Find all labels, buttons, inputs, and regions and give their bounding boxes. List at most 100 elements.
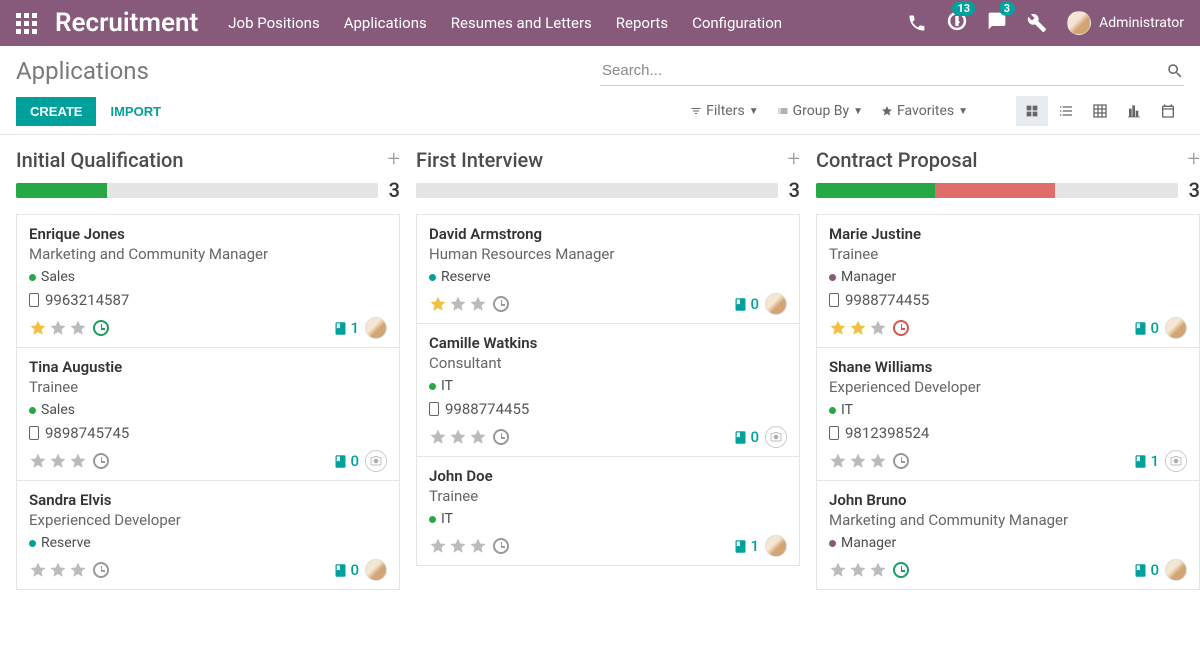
- nav-link-reports[interactable]: Reports: [616, 14, 668, 32]
- assignee-avatar-icon[interactable]: [1165, 317, 1187, 339]
- assignee-avatar-blank-icon[interactable]: [365, 450, 387, 472]
- kanban-card[interactable]: Camille Watkins Consultant IT 9988774455…: [417, 324, 799, 457]
- card-job-title: Experienced Developer: [829, 378, 1187, 396]
- activity-clock-icon[interactable]: [493, 538, 509, 554]
- assignee-avatar-icon[interactable]: [365, 559, 387, 581]
- card-tag: IT: [429, 511, 787, 527]
- attachment-count[interactable]: 0: [333, 561, 359, 579]
- column-progressbar[interactable]: [816, 183, 1178, 198]
- assignee-avatar-blank-icon[interactable]: [765, 426, 787, 448]
- priority-stars[interactable]: [829, 561, 909, 579]
- card-job-title: Human Resources Manager: [429, 245, 787, 263]
- attachment-count[interactable]: 1: [733, 537, 759, 555]
- tag-dot-icon: [829, 540, 836, 547]
- create-button[interactable]: CREATE: [16, 97, 96, 126]
- kanban-card[interactable]: David Armstrong Human Resources Manager …: [417, 215, 799, 324]
- priority-stars[interactable]: [829, 452, 909, 470]
- activity-badge: 13: [952, 1, 975, 16]
- assignee-avatar-icon[interactable]: [1165, 559, 1187, 581]
- user-menu[interactable]: Administrator: [1067, 11, 1184, 35]
- activity-clock-icon[interactable]: [93, 453, 109, 469]
- search-input[interactable]: [600, 56, 1166, 85]
- filters-menu[interactable]: Filters▼: [690, 103, 758, 119]
- graph-view-button[interactable]: [1118, 96, 1150, 126]
- search-icon[interactable]: [1166, 62, 1184, 80]
- activity-clock-icon[interactable]: [493, 429, 509, 445]
- attachment-count[interactable]: 0: [733, 428, 759, 446]
- attachment-count[interactable]: 0: [1133, 561, 1159, 579]
- attachment-count[interactable]: 1: [333, 319, 359, 337]
- card-name: Sandra Elvis: [29, 491, 387, 509]
- kanban-column: Initial Qualification + 3 Enrique Jones …: [16, 147, 400, 590]
- assignee-avatar-icon[interactable]: [365, 317, 387, 339]
- priority-stars[interactable]: [429, 537, 509, 555]
- priority-stars[interactable]: [29, 561, 109, 579]
- priority-stars[interactable]: [429, 428, 509, 446]
- card-name: Shane Williams: [829, 358, 1187, 376]
- priority-stars[interactable]: [29, 452, 109, 470]
- nav-link-resumes[interactable]: Resumes and Letters: [451, 14, 592, 32]
- activity-icon[interactable]: 13: [947, 11, 967, 35]
- column-title[interactable]: Initial Qualification: [16, 148, 184, 172]
- assignee-avatar-icon[interactable]: [765, 293, 787, 315]
- activity-clock-icon[interactable]: [893, 562, 909, 578]
- priority-stars[interactable]: [29, 319, 109, 337]
- column-progressbar[interactable]: [416, 183, 778, 198]
- column-title[interactable]: First Interview: [416, 148, 543, 172]
- kanban-card[interactable]: Tina Augustie Trainee Sales 9898745745 0: [17, 348, 399, 481]
- pivot-view-button[interactable]: [1084, 96, 1116, 126]
- mobile-icon: [829, 293, 839, 307]
- activity-clock-icon[interactable]: [893, 320, 909, 336]
- attachment-count[interactable]: 1: [1133, 452, 1159, 470]
- page-title: Applications: [16, 57, 149, 85]
- column-progressbar[interactable]: [16, 183, 378, 198]
- activity-clock-icon[interactable]: [93, 320, 109, 336]
- activity-clock-icon[interactable]: [93, 562, 109, 578]
- assignee-avatar-icon[interactable]: [765, 535, 787, 557]
- kanban-card[interactable]: Marie Justine Trainee Manager 9988774455…: [817, 215, 1199, 348]
- card-job-title: Consultant: [429, 354, 787, 372]
- kanban-card[interactable]: John Doe Trainee IT 1: [417, 457, 799, 565]
- brand-title[interactable]: Recruitment: [55, 8, 198, 38]
- calendar-view-button[interactable]: [1152, 96, 1184, 126]
- priority-stars[interactable]: [429, 295, 509, 313]
- card-name: Enrique Jones: [29, 225, 387, 243]
- attachment-count[interactable]: 0: [1133, 319, 1159, 337]
- nav-link-configuration[interactable]: Configuration: [692, 14, 782, 32]
- nav-links: Job Positions Applications Resumes and L…: [228, 14, 782, 32]
- activity-clock-icon[interactable]: [893, 453, 909, 469]
- phone-icon[interactable]: [907, 13, 927, 33]
- column-add-icon[interactable]: +: [388, 147, 400, 172]
- messaging-icon[interactable]: 3: [987, 11, 1007, 35]
- kanban-card[interactable]: John Bruno Marketing and Community Manag…: [817, 481, 1199, 589]
- kanban-card[interactable]: Sandra Elvis Experienced Developer Reser…: [17, 481, 399, 589]
- priority-stars[interactable]: [829, 319, 909, 337]
- nav-link-applications[interactable]: Applications: [344, 14, 427, 32]
- kanban-card[interactable]: Shane Williams Experienced Developer IT …: [817, 348, 1199, 481]
- card-name: John Doe: [429, 467, 787, 485]
- attachment-count[interactable]: 0: [733, 295, 759, 313]
- tag-dot-icon: [29, 274, 36, 281]
- favorites-menu[interactable]: Favorites▼: [881, 103, 968, 119]
- column-cards: Enrique Jones Marketing and Community Ma…: [16, 214, 400, 590]
- kanban-card[interactable]: Enrique Jones Marketing and Community Ma…: [17, 215, 399, 348]
- search-bar: [600, 56, 1184, 86]
- list-view-button[interactable]: [1050, 96, 1082, 126]
- groupby-menu[interactable]: Group By▼: [777, 103, 863, 119]
- column-add-icon[interactable]: +: [788, 147, 800, 172]
- attachment-count[interactable]: 0: [333, 452, 359, 470]
- nav-link-job-positions[interactable]: Job Positions: [228, 14, 319, 32]
- kanban-board: Initial Qualification + 3 Enrique Jones …: [0, 135, 1200, 602]
- import-button[interactable]: IMPORT: [110, 104, 161, 119]
- column-title[interactable]: Contract Proposal: [816, 148, 977, 172]
- tools-icon[interactable]: [1027, 13, 1047, 33]
- apps-icon[interactable]: [16, 13, 37, 34]
- card-name: Marie Justine: [829, 225, 1187, 243]
- tag-dot-icon: [29, 407, 36, 414]
- assignee-avatar-blank-icon[interactable]: [1165, 450, 1187, 472]
- column-add-icon[interactable]: +: [1188, 147, 1200, 172]
- kanban-view-button[interactable]: [1016, 96, 1048, 126]
- card-tag: IT: [429, 378, 787, 394]
- activity-clock-icon[interactable]: [493, 296, 509, 312]
- card-name: David Armstrong: [429, 225, 787, 243]
